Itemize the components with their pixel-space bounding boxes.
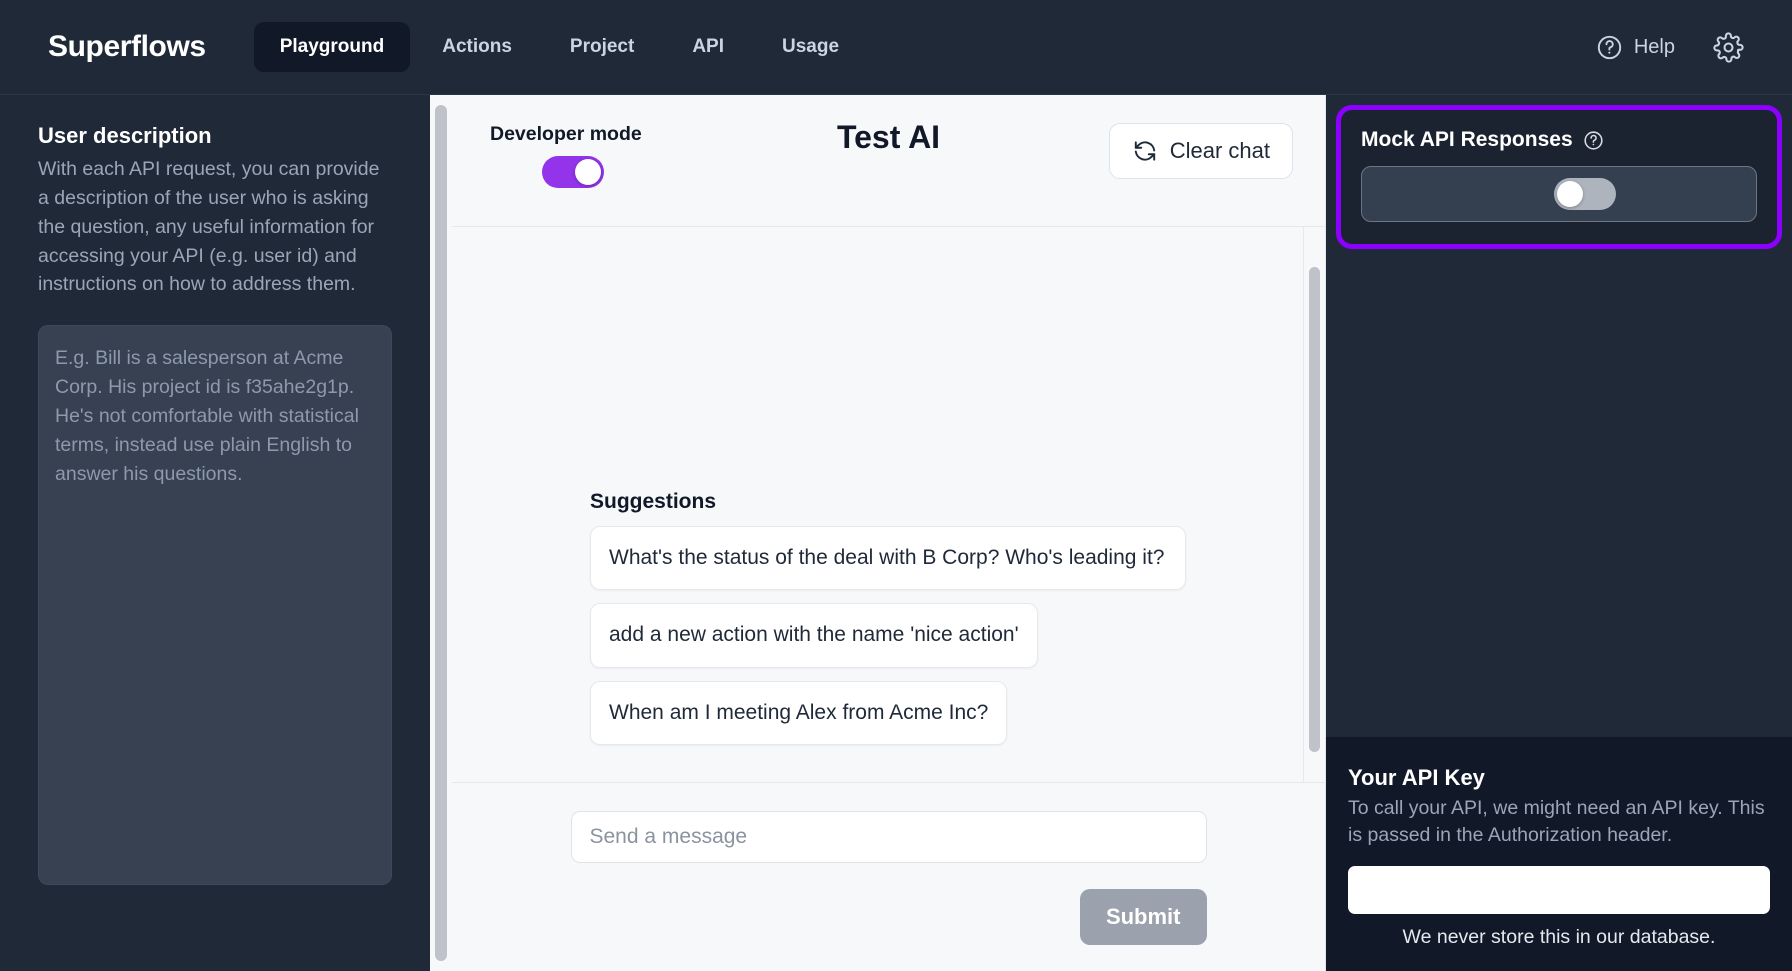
chat-messages-area: Suggestions What's the status of the dea… bbox=[452, 227, 1303, 782]
suggestions-title: Suggestions bbox=[590, 489, 717, 513]
chat-scrollbar-thumb[interactable] bbox=[1309, 267, 1320, 752]
center-toolbar: Developer mode Test AI Clear chat bbox=[452, 95, 1325, 227]
clear-chat-button[interactable]: Clear chat bbox=[1108, 123, 1293, 179]
main-nav: Playground Actions Project API Usage bbox=[253, 22, 865, 72]
mock-api-highlight-box: Mock API Responses bbox=[1336, 105, 1782, 249]
nav-item-project[interactable]: Project bbox=[544, 22, 660, 72]
help-button[interactable]: Help bbox=[1596, 34, 1675, 61]
chat-scrollbar[interactable] bbox=[1303, 227, 1325, 782]
mock-api-toggle-container[interactable] bbox=[1361, 166, 1757, 222]
help-label: Help bbox=[1633, 35, 1675, 58]
right-panel-spacer bbox=[1326, 259, 1792, 737]
sidebar-resize-rail bbox=[430, 95, 452, 971]
question-circle-icon[interactable] bbox=[1583, 130, 1604, 151]
api-key-panel: Your API Key To call your API, we might … bbox=[1326, 736, 1792, 971]
user-description-sidebar: User description With each API request, … bbox=[0, 95, 430, 971]
sidebar-resize-handle[interactable] bbox=[435, 105, 447, 961]
sidebar-description: With each API request, you can provide a… bbox=[38, 158, 380, 296]
submit-button[interactable]: Submit bbox=[1079, 889, 1207, 945]
app-root: Superflows Playground Actions Project AP… bbox=[0, 0, 1792, 971]
right-panel: Mock API Responses Your API Key To call … bbox=[1326, 95, 1792, 971]
suggestions-block: Suggestions What's the status of the dea… bbox=[452, 490, 1303, 758]
mock-api-toggle[interactable] bbox=[1554, 178, 1616, 210]
mock-api-title: Mock API Responses bbox=[1361, 128, 1573, 151]
developer-mode-control: Developer mode bbox=[476, 123, 736, 188]
developer-mode-toggle-knob bbox=[575, 159, 601, 185]
gear-icon bbox=[1713, 31, 1744, 63]
api-key-note: We never store this in our database. bbox=[1402, 926, 1716, 948]
main-body: User description With each API request, … bbox=[0, 95, 1792, 971]
question-circle-icon bbox=[1596, 34, 1623, 61]
sidebar-title: User description bbox=[38, 123, 212, 148]
refresh-icon bbox=[1132, 138, 1158, 164]
submit-row: Submit bbox=[571, 889, 1207, 945]
api-key-title: Your API Key bbox=[1348, 764, 1485, 790]
settings-button[interactable] bbox=[1713, 31, 1744, 63]
mock-api-toggle-knob bbox=[1557, 181, 1583, 207]
header-actions: Help bbox=[1596, 31, 1764, 63]
developer-mode-toggle[interactable] bbox=[542, 156, 604, 188]
brand-logo: Superflows bbox=[48, 30, 206, 63]
nav-item-actions[interactable]: Actions bbox=[416, 22, 538, 72]
message-composer: Submit bbox=[452, 782, 1325, 971]
playground-center-panel: Developer mode Test AI Clear chat Sugges… bbox=[452, 95, 1326, 971]
user-description-textarea[interactable] bbox=[38, 325, 392, 886]
api-key-description: To call your API, we might need an API k… bbox=[1348, 796, 1765, 847]
nav-item-api[interactable]: API bbox=[666, 22, 750, 72]
clear-chat-label: Clear chat bbox=[1169, 138, 1270, 163]
top-navbar: Superflows Playground Actions Project AP… bbox=[0, 0, 1792, 95]
api-key-input[interactable] bbox=[1348, 866, 1770, 914]
nav-item-usage[interactable]: Usage bbox=[756, 22, 865, 72]
suggestion-item[interactable]: What's the status of the deal with B Cor… bbox=[590, 525, 1186, 591]
mock-api-title-row: Mock API Responses bbox=[1361, 128, 1757, 152]
message-input[interactable] bbox=[570, 811, 1207, 863]
chat-wrapper: Suggestions What's the status of the dea… bbox=[452, 227, 1325, 782]
developer-mode-label: Developer mode bbox=[490, 123, 642, 145]
suggestion-item[interactable]: add a new action with the name 'nice act… bbox=[590, 603, 1038, 668]
suggestion-item[interactable]: When am I meeting Alex from Acme Inc? bbox=[590, 680, 1008, 745]
nav-item-playground[interactable]: Playground bbox=[253, 22, 411, 72]
mock-api-panel: Mock API Responses bbox=[1326, 95, 1792, 259]
